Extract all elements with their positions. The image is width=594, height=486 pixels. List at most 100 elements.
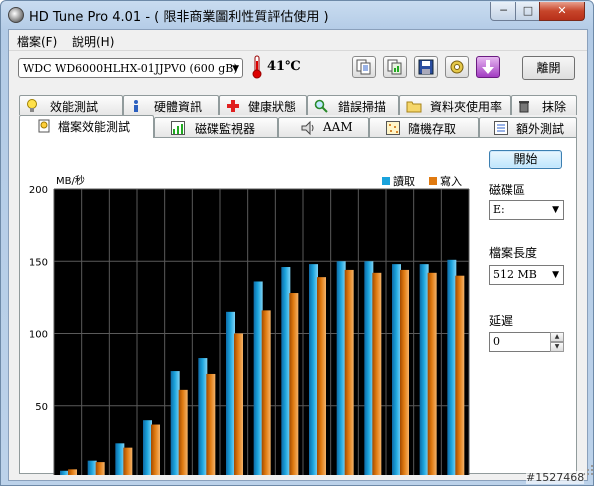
temperature-readout: 41℃ xyxy=(267,59,301,74)
file-length-value: 512 MB xyxy=(493,268,537,281)
y-tick-label: 50 xyxy=(35,402,48,413)
legend-swatch-read xyxy=(382,177,390,185)
bar-read xyxy=(309,264,318,475)
lightbulb-icon xyxy=(27,99,37,112)
bar-write xyxy=(95,462,105,475)
legend-label-write: 寫入 xyxy=(440,174,462,188)
bar-read xyxy=(226,311,235,475)
delay-up-button[interactable]: ▲ xyxy=(550,332,564,342)
tab-disk-monitor[interactable]: 磁碟監視器 xyxy=(154,117,278,137)
minimize-button[interactable]: ─ xyxy=(490,2,517,21)
close-button[interactable]: ✕ xyxy=(539,2,585,21)
options-icon xyxy=(450,60,464,74)
exit-button[interactable]: 離開 xyxy=(522,56,575,80)
legend-label-read: 讀取 xyxy=(393,174,415,188)
tab-hardware-info[interactable]: 硬體資訊 xyxy=(123,95,219,115)
y-tick-label: 100 xyxy=(29,330,48,341)
watermark: #1527468 xyxy=(526,471,585,484)
bar-read xyxy=(60,470,69,475)
tab-folder-usage[interactable]: 資料夾使用率 xyxy=(399,95,511,115)
tab-random-access-label: 隨機存取 xyxy=(408,122,457,136)
chevron-down-icon: ▼ xyxy=(552,270,559,280)
tab-error-scan-label: 錯誤掃描 xyxy=(338,100,387,114)
bar-write xyxy=(344,269,354,475)
folder-icon xyxy=(406,101,422,113)
bar-write xyxy=(289,293,299,475)
bar-monitor-icon xyxy=(171,121,185,135)
delay-label: 延遲 xyxy=(489,314,514,328)
thermometer-icon xyxy=(252,55,262,79)
copy-image-button[interactable] xyxy=(383,56,407,78)
download-button[interactable] xyxy=(476,56,500,78)
tab-aam-label: AAM xyxy=(323,120,353,134)
tab-error-scan[interactable]: 錯誤掃描 xyxy=(307,95,399,115)
tab-extra-tests[interactable]: 額外測試 xyxy=(479,117,577,137)
menu-help[interactable]: 說明(H) xyxy=(72,33,114,50)
app-icon[interactable] xyxy=(8,7,24,23)
tab-random-access[interactable]: 隨機存取 xyxy=(369,117,479,137)
bar-read xyxy=(392,264,401,475)
trash-icon xyxy=(519,101,529,113)
drive-select-value: WDC WD6000HLHX-01JJPV0 (600 gB) xyxy=(23,62,238,75)
tab-aam[interactable]: AAM xyxy=(278,117,369,137)
tab-disk-monitor-label: 磁碟監視器 xyxy=(195,122,256,136)
y-tick-label: 150 xyxy=(29,257,48,268)
tab-file-benchmark[interactable]: 檔案效能測試 xyxy=(19,115,154,138)
copy-image-icon xyxy=(387,59,402,75)
menu-file[interactable]: 檔案(F) xyxy=(17,33,57,50)
bar-read xyxy=(364,261,374,475)
bar-write xyxy=(178,389,188,475)
client-area: 檔案(F) 說明(H) WDC WD6000HLHX-01JJPV0 (600 … xyxy=(8,29,593,481)
title-bar[interactable]: HD Tune Pro 4.01 - ( 限非商業圖利性質評估使用 ) ─ □ … xyxy=(1,1,593,27)
bar-read xyxy=(281,267,291,475)
save-icon xyxy=(418,59,434,75)
options-button[interactable] xyxy=(445,56,469,78)
health-cross-icon xyxy=(227,100,239,112)
tab-benchmark[interactable]: 效能測試 xyxy=(19,95,123,115)
tab-health-label: 健康狀態 xyxy=(248,100,297,114)
copy-text-button[interactable] xyxy=(352,56,376,78)
chevron-down-icon: ▼ xyxy=(552,205,559,215)
bar-write xyxy=(261,310,271,475)
tab-erase-label: 抹除 xyxy=(542,100,567,114)
bar-read xyxy=(419,264,429,475)
chevron-down-icon: ▼ xyxy=(232,64,239,74)
magnifier-icon xyxy=(314,99,328,113)
extra-tests-icon xyxy=(494,121,508,135)
tab-health[interactable]: 健康狀態 xyxy=(219,95,307,115)
file-length-select[interactable]: 512 MB ▼ xyxy=(489,265,564,285)
info-icon xyxy=(134,100,138,112)
menu-bar: 檔案(F) 說明(H) xyxy=(9,30,587,50)
bar-write xyxy=(317,277,326,475)
bar-write xyxy=(123,447,133,475)
download-icon xyxy=(482,60,494,74)
drive-label: 磁碟區 xyxy=(489,183,526,197)
bar-read xyxy=(115,443,125,475)
bar-write xyxy=(234,333,243,475)
tab-benchmark-label: 效能測試 xyxy=(50,100,99,114)
delay-down-button[interactable]: ▼ xyxy=(550,342,564,352)
drive-select[interactable]: WDC WD6000HLHX-01JJPV0 (600 gB) ▼ xyxy=(18,58,243,78)
speaker-icon xyxy=(301,121,314,135)
save-button[interactable] xyxy=(414,56,438,78)
delay-input[interactable]: 0 xyxy=(489,332,551,352)
tab-folder-usage-label: 資料夾使用率 xyxy=(430,100,503,114)
bar-read xyxy=(253,281,263,475)
start-button[interactable]: 開始 xyxy=(489,150,562,169)
toolbar: WDC WD6000HLHX-01JJPV0 (600 gB) ▼ 41℃ 離開 xyxy=(9,50,587,93)
tab-erase[interactable]: 抹除 xyxy=(511,95,577,115)
maximize-button[interactable]: □ xyxy=(515,2,541,21)
bar-read xyxy=(336,261,346,475)
bar-write xyxy=(151,424,160,475)
bar-write xyxy=(400,269,409,475)
file-length-label: 檔案長度 xyxy=(489,246,538,260)
bar-read xyxy=(170,371,180,475)
bar-write xyxy=(455,275,465,475)
drive-letter-value: E: xyxy=(493,203,505,216)
random-access-icon xyxy=(386,121,400,135)
drive-letter-select[interactable]: E: ▼ xyxy=(489,200,564,220)
legend-swatch-write xyxy=(429,177,437,185)
bar-write xyxy=(206,373,216,475)
bar-write xyxy=(372,272,382,475)
y-axis-label: MB/秒 xyxy=(56,174,85,187)
